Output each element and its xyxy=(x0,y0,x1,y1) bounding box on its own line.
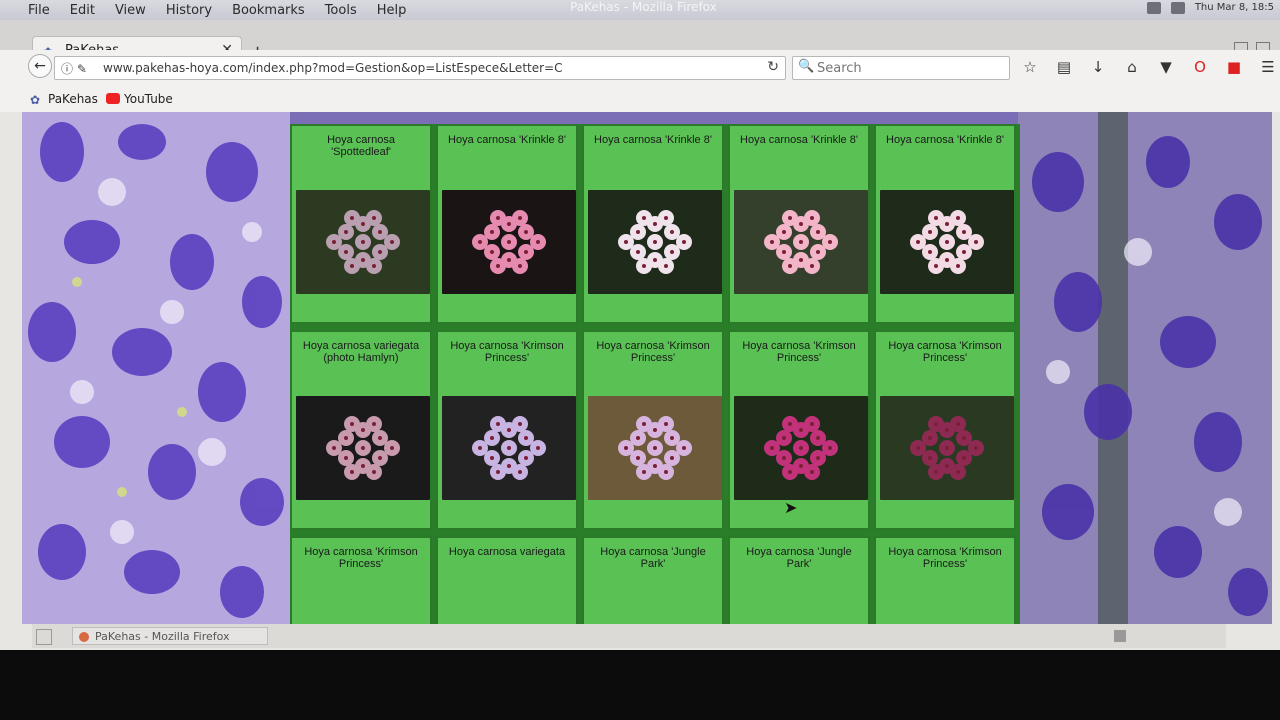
hoya-card-title[interactable]: Hoya carnosa 'Krimson Princess' xyxy=(588,340,718,364)
taskbar-item-firefox[interactable]: PaKehas - Mozilla Firefox xyxy=(72,627,268,645)
hoya-grid: Hoya carnosa 'Spottedleaf' Hoya carnosa '… xyxy=(290,124,1020,624)
menu-tools[interactable]: Tools xyxy=(325,3,357,18)
page-content: Hoya carnosa 'Spottedleaf' Hoya carnosa '… xyxy=(22,112,1272,624)
screen: File Edit View History Bookmarks Tools H… xyxy=(0,0,1280,650)
tray-icon[interactable] xyxy=(1146,2,1161,14)
hoya-card[interactable]: Hoya carnosa 'Spottedleaf' xyxy=(290,124,432,324)
hoya-card-title[interactable]: Hoya carnosa variegata xyxy=(442,546,572,558)
download-icon[interactable]: ↓ xyxy=(1088,58,1108,76)
toolbar-icons: ☆ ▤ ↓ ⌂ ▼ O ■ ☰ xyxy=(1020,58,1278,76)
tray-icon[interactable] xyxy=(1170,2,1185,14)
hoya-card[interactable]: Hoya carnosa 'Krimson Princess' xyxy=(436,330,578,530)
hoya-card[interactable]: Hoya carnosa 'Krimson Princess' xyxy=(728,330,870,530)
hoya-card[interactable]: Hoya carnosa 'Jungle Park' xyxy=(582,536,724,624)
menu-file[interactable]: File xyxy=(28,3,50,18)
home-icon[interactable]: ⌂ xyxy=(1122,58,1142,76)
hoya-card-title[interactable]: Hoya carnosa 'Krimson Princess' xyxy=(734,340,864,364)
pocket-icon[interactable]: ▼ xyxy=(1156,58,1176,76)
opera-icon[interactable]: O xyxy=(1190,58,1210,76)
hoya-card[interactable]: Hoya carnosa 'Jungle Park' xyxy=(728,536,870,624)
nav-bar: ← ⓘ ✎ www.pakehas-hoya.com/index.php?mod… xyxy=(0,50,1280,86)
bookmark-label: YouTube xyxy=(124,92,173,106)
hoya-card-title[interactable]: Hoya carnosa 'Spottedleaf' xyxy=(296,134,426,158)
reload-icon[interactable]: ↻ xyxy=(767,59,779,75)
menu-edit[interactable]: Edit xyxy=(70,3,95,18)
menu-bookmarks[interactable]: Bookmarks xyxy=(232,3,305,18)
addon-icon[interactable]: ■ xyxy=(1224,58,1244,76)
tab-bar: ✿ PaKehas ✕ + xyxy=(0,20,1280,69)
hoya-card-title[interactable]: Hoya carnosa 'Krinkle 8' xyxy=(880,134,1010,146)
mouse-cursor-icon: ➤ xyxy=(784,498,798,517)
hoya-card[interactable]: Hoya carnosa 'Krinkle 8' xyxy=(874,124,1016,324)
bookmark-pakehas[interactable]: ✿ PaKehas xyxy=(30,92,98,106)
hoya-card[interactable]: Hoya carnosa 'Krimson Princess' xyxy=(874,536,1016,624)
menu-bar: File Edit View History Bookmarks Tools H… xyxy=(0,0,426,20)
site-info-icon[interactable]: ⓘ ✎ xyxy=(61,60,87,77)
clock: Thu Mar 8, 18:5 xyxy=(1194,2,1274,13)
hoya-flower-photo[interactable] xyxy=(734,190,868,294)
hoya-card[interactable]: Hoya carnosa variegata (photo Hamlyn) xyxy=(290,330,432,530)
hoya-flower-photo[interactable] xyxy=(588,396,722,500)
hoya-card[interactable]: Hoya carnosa 'Krimson Princess' xyxy=(582,330,724,530)
hoya-card[interactable]: Hoya carnosa 'Krinkle 8' xyxy=(436,124,578,324)
hoya-card-title[interactable]: Hoya carnosa 'Krimson Princess' xyxy=(880,546,1010,570)
hoya-flower-photo[interactable] xyxy=(880,396,1014,500)
hoya-card-title[interactable]: Hoya carnosa 'Krimson Princess' xyxy=(296,546,426,570)
hoya-card-title[interactable]: Hoya carnosa 'Krimson Princess' xyxy=(442,340,572,364)
bookmarks-bar: ✿ PaKehas YouTube xyxy=(0,86,1280,112)
hoya-card[interactable]: Hoya carnosa 'Krinkle 8' xyxy=(582,124,724,324)
bookmark-youtube[interactable]: YouTube xyxy=(106,92,173,106)
hoya-card[interactable]: Hoya carnosa variegata xyxy=(436,536,578,624)
hoya-card[interactable]: Hoya carnosa 'Krimson Princess' xyxy=(290,536,432,624)
search-icon: 🔍 xyxy=(798,59,815,74)
hamburger-menu-icon[interactable]: ☰ xyxy=(1258,58,1278,76)
hoya-flower-photo[interactable] xyxy=(734,396,868,500)
floral-background-left xyxy=(22,112,290,624)
hoya-card-title[interactable]: Hoya carnosa 'Krinkle 8' xyxy=(734,134,864,146)
url-bar[interactable]: ⓘ ✎ www.pakehas-hoya.com/index.php?mod=G… xyxy=(54,56,786,80)
hoya-card[interactable]: Hoya carnosa 'Krimson Princess' xyxy=(874,330,1016,530)
title-bar: File Edit View History Bookmarks Tools H… xyxy=(0,0,1280,20)
status-bar: PaKehas - Mozilla Firefox xyxy=(32,624,1226,648)
hoya-card[interactable]: Hoya carnosa 'Krinkle 8' xyxy=(728,124,870,324)
hoya-flower-photo[interactable] xyxy=(442,190,576,294)
library-icon[interactable]: ▤ xyxy=(1054,58,1074,76)
youtube-icon xyxy=(106,93,120,104)
hoya-card-title[interactable]: Hoya carnosa 'Jungle Park' xyxy=(588,546,718,570)
hoya-flower-photo[interactable] xyxy=(442,396,576,500)
hoya-card-title[interactable]: Hoya carnosa 'Krinkle 8' xyxy=(442,134,572,146)
window-title: PaKehas - Mozilla Firefox xyxy=(570,0,717,14)
hoya-card-title[interactable]: Hoya carnosa 'Krinkle 8' xyxy=(588,134,718,146)
hoya-card-title[interactable]: Hoya carnosa 'Jungle Park' xyxy=(734,546,864,570)
menu-view[interactable]: View xyxy=(115,3,146,18)
tray-icon[interactable] xyxy=(1114,630,1126,642)
show-desktop-icon[interactable] xyxy=(36,629,52,645)
hoya-flower-photo[interactable] xyxy=(880,190,1014,294)
hoya-flower-photo[interactable] xyxy=(296,190,430,294)
bookmark-label: PaKehas xyxy=(48,92,98,106)
url-text[interactable]: www.pakehas-hoya.com/index.php?mod=Gesti… xyxy=(103,61,562,75)
hoya-card-title[interactable]: Hoya carnosa 'Krimson Princess' xyxy=(880,340,1010,364)
hoya-card-title[interactable]: Hoya carnosa variegata (photo Hamlyn) xyxy=(296,340,426,364)
menu-help[interactable]: Help xyxy=(377,3,407,18)
hoya-flower-photo[interactable] xyxy=(296,396,430,500)
hoya-flower-photo[interactable] xyxy=(588,190,722,294)
menu-history[interactable]: History xyxy=(166,3,212,18)
floral-background-right xyxy=(1018,112,1272,624)
back-button[interactable]: ← xyxy=(28,54,52,78)
system-tray: Thu Mar 8, 18:5 xyxy=(1146,2,1274,14)
search-input[interactable] xyxy=(815,58,1005,78)
favicon-icon: ✿ xyxy=(30,93,41,107)
search-box[interactable]: 🔍 xyxy=(792,56,1010,80)
bookmark-star-icon[interactable]: ☆ xyxy=(1020,58,1040,76)
